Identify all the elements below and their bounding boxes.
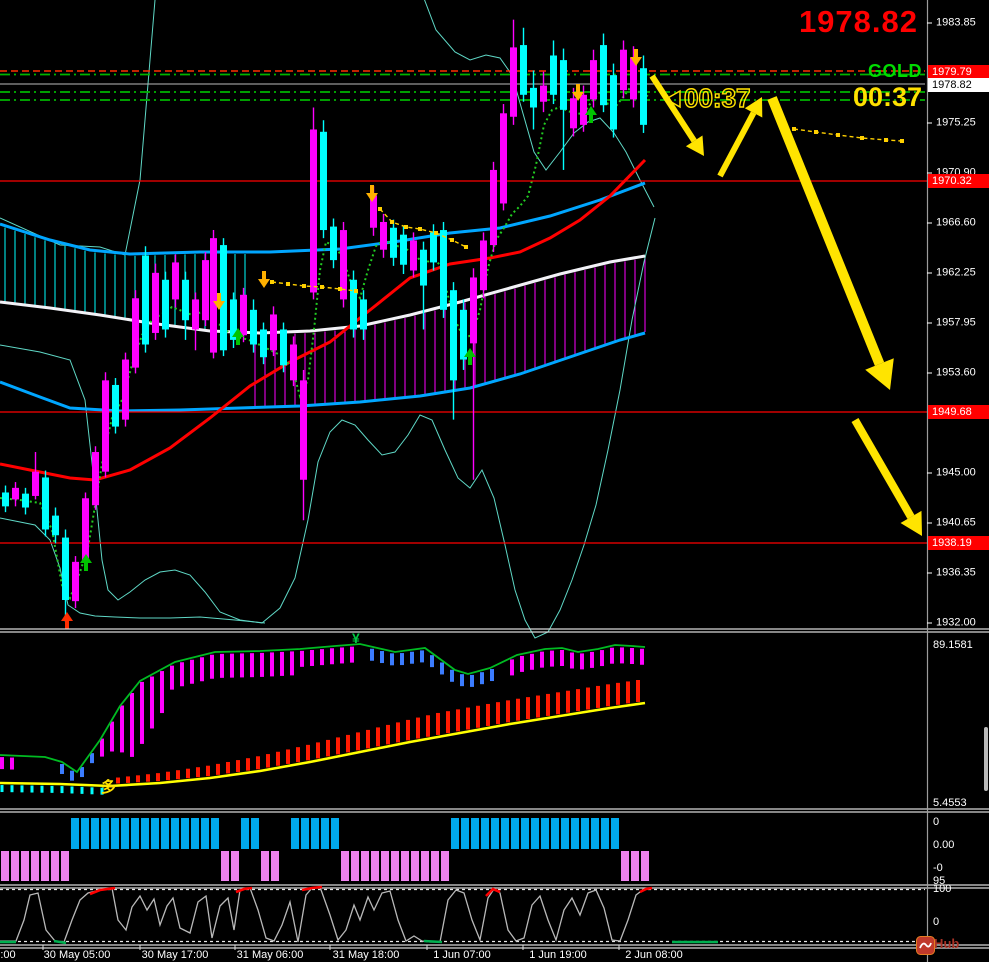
symbol-label: GOLD xyxy=(868,61,922,81)
time-tick-label: 1 Jun 07:00 xyxy=(433,949,491,961)
price-tick-label: 1945.00 xyxy=(936,466,976,479)
price-level-badge: 1979.79 xyxy=(928,65,989,79)
time-tick-label: 30 May 17:00 xyxy=(141,949,209,961)
mt4-gold-chart: 1983.85 1975.25 1970.90 1966.60 1962.25 1957.… xyxy=(0,0,989,962)
bands xyxy=(0,0,656,639)
price-tick-label: 1936.35 xyxy=(936,566,976,579)
indicator1-macd-window xyxy=(0,643,646,795)
bar-countdown-timer: 00:37 xyxy=(852,82,922,112)
indicator1-max-label: 89.1581 xyxy=(933,639,973,651)
price-level-badge: 1978.82 xyxy=(928,78,989,92)
price-tick-label: 1957.95 xyxy=(936,316,976,329)
indicator2-level-label: 0.00 xyxy=(933,839,955,851)
eahub-icon xyxy=(916,936,935,955)
axis-marks xyxy=(42,0,932,962)
indicator2-histogram-window xyxy=(1,818,649,881)
indicator2-level-label: 0 xyxy=(933,816,940,828)
indicator1-min-label: 5.4553 xyxy=(933,797,967,809)
indicator-flower-marker: ¥ xyxy=(352,630,360,646)
time-tick-label: 2 Jun 08:00 xyxy=(625,949,683,961)
time-tick-label: 31 May 06:00 xyxy=(236,949,304,961)
time-tick-label: 31 May 18:00 xyxy=(332,949,400,961)
price-tick-label: 1953.60 xyxy=(936,366,976,379)
price-tick-label: 1975.25 xyxy=(936,116,976,129)
price-tick-label: 1966.60 xyxy=(936,216,976,229)
cursor-triangle-icon xyxy=(664,89,681,109)
price-tick-label: 1932.00 xyxy=(936,616,976,629)
price-tick-label: 1962.25 xyxy=(936,266,976,279)
time-tick-label: 30 May 05:00 xyxy=(43,949,111,961)
indicator2-level-label: -0 xyxy=(933,862,943,874)
indicator3-level-label: 100 xyxy=(933,883,952,895)
band-hatch xyxy=(4,227,646,407)
chart-canvas[interactable] xyxy=(0,0,989,962)
price-level-badge: 1949.68 xyxy=(928,405,989,419)
price-level-badge: 1938.19 xyxy=(928,536,989,550)
trend-arrows xyxy=(649,74,922,536)
bar-countdown-ghost: 00:37 xyxy=(683,82,751,113)
price-level-badge: 1970.32 xyxy=(928,174,989,188)
long-signal-marker: 多 xyxy=(101,779,117,796)
time-tick-label: 1 Jun 19:00 xyxy=(529,949,587,961)
indicator3-oscillator-window xyxy=(0,885,925,945)
current-price-display: 1978.82 xyxy=(798,4,918,39)
price-tick-label: 1940.65 xyxy=(936,516,976,529)
eahub-logo: EAHub xyxy=(916,936,959,955)
axis-scrollbar-thumb[interactable] xyxy=(984,727,988,791)
indicator3-level-label: 0 xyxy=(933,916,940,928)
price-tick-label: 1983.85 xyxy=(936,16,976,29)
